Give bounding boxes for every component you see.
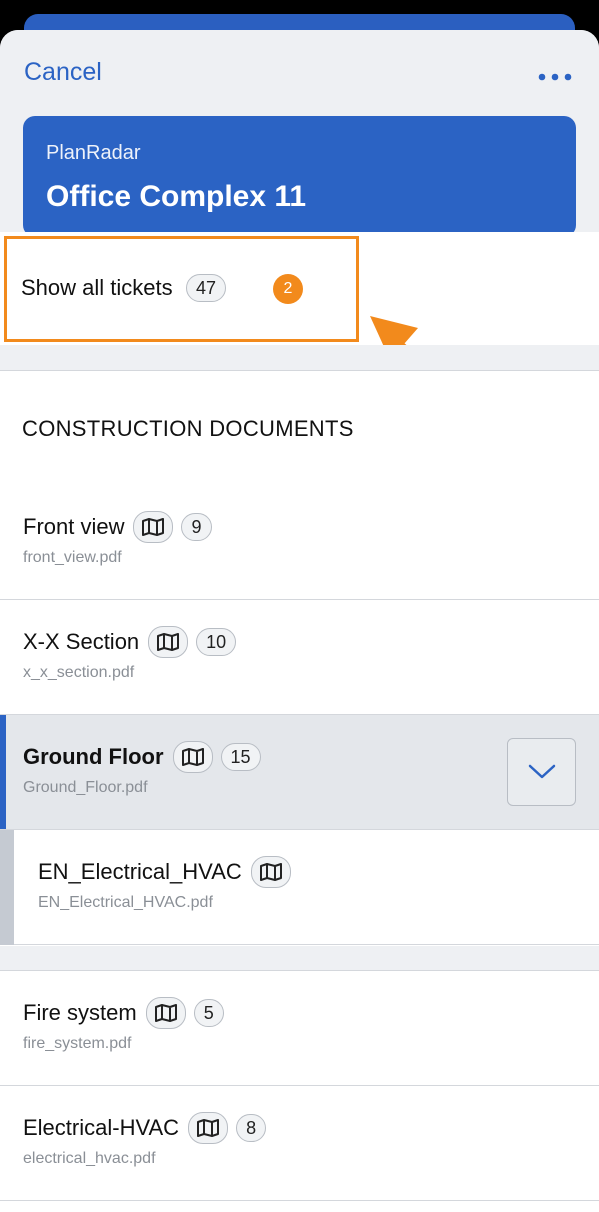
document-filename: Ground_Floor.pdf [23, 779, 148, 796]
child-document-row[interactable]: EN_Electrical_HVAC EN_Electrical_HVAC.pd… [14, 830, 599, 945]
section-spacer [0, 345, 599, 370]
document-filename: fire_system.pdf [23, 1035, 132, 1052]
document-title: Front view [23, 514, 125, 539]
ticket-count-badge: 8 [236, 1114, 267, 1142]
document-title: Fire system [23, 1000, 137, 1025]
document-title: X-X Section [23, 629, 140, 654]
section-header: CONSTRUCTION DOCUMENTS [0, 370, 599, 486]
document-row[interactable]: Front view 9 front_view.pdf [0, 485, 599, 600]
ticket-count-badge: 5 [193, 999, 224, 1027]
expand-button[interactable] [507, 738, 576, 806]
map-icon[interactable] [172, 741, 213, 773]
cancel-button[interactable]: Cancel [24, 58, 102, 87]
chevron-down-icon [528, 764, 555, 779]
ticket-count-badge: 15 [220, 743, 261, 771]
document-title: Electrical-HVAC [23, 1115, 180, 1140]
organization-name: PlanRadar [46, 142, 141, 164]
child-indent-bar [0, 830, 14, 945]
selection-indicator [0, 715, 6, 829]
ticket-count-badge: 10 [196, 628, 237, 656]
document-filename: EN_Electrical_HVAC.pdf [38, 894, 213, 911]
document-filename: electrical_hvac.pdf [23, 1150, 156, 1167]
document-row[interactable]: Electrical-HVAC 8 electrical_hvac.pdf [0, 1086, 599, 1201]
document-row[interactable]: X-X Section 10 x_x_section.pdf [0, 600, 599, 715]
map-icon[interactable] [250, 856, 291, 888]
map-icon[interactable] [133, 511, 174, 543]
document-title: Ground Floor [23, 744, 164, 769]
tutorial-step-badge: 2 [273, 274, 303, 304]
document-row[interactable]: Fire system 5 fire_system.pdf [0, 971, 599, 1086]
more-dots-icon[interactable] [535, 60, 575, 84]
map-icon[interactable] [145, 997, 186, 1029]
document-filename: x_x_section.pdf [23, 664, 135, 681]
ticket-count-badge: 9 [181, 513, 212, 541]
document-title: EN_Electrical_HVAC [38, 859, 242, 884]
project-name: Office Complex 11 [46, 180, 307, 213]
section-title: CONSTRUCTION DOCUMENTS [22, 416, 354, 441]
document-row-selected[interactable]: Ground Floor 15 Ground_Floor.pdf [0, 715, 599, 830]
section-spacer [0, 946, 599, 971]
tutorial-highlight-box [4, 236, 359, 342]
map-icon[interactable] [148, 626, 189, 658]
project-card[interactable]: PlanRadar Office Complex 11 [23, 116, 576, 237]
map-icon[interactable] [188, 1112, 229, 1144]
document-filename: front_view.pdf [23, 549, 122, 566]
sheet-header: Cancel PlanRadar Office Complex 11 [0, 30, 599, 262]
